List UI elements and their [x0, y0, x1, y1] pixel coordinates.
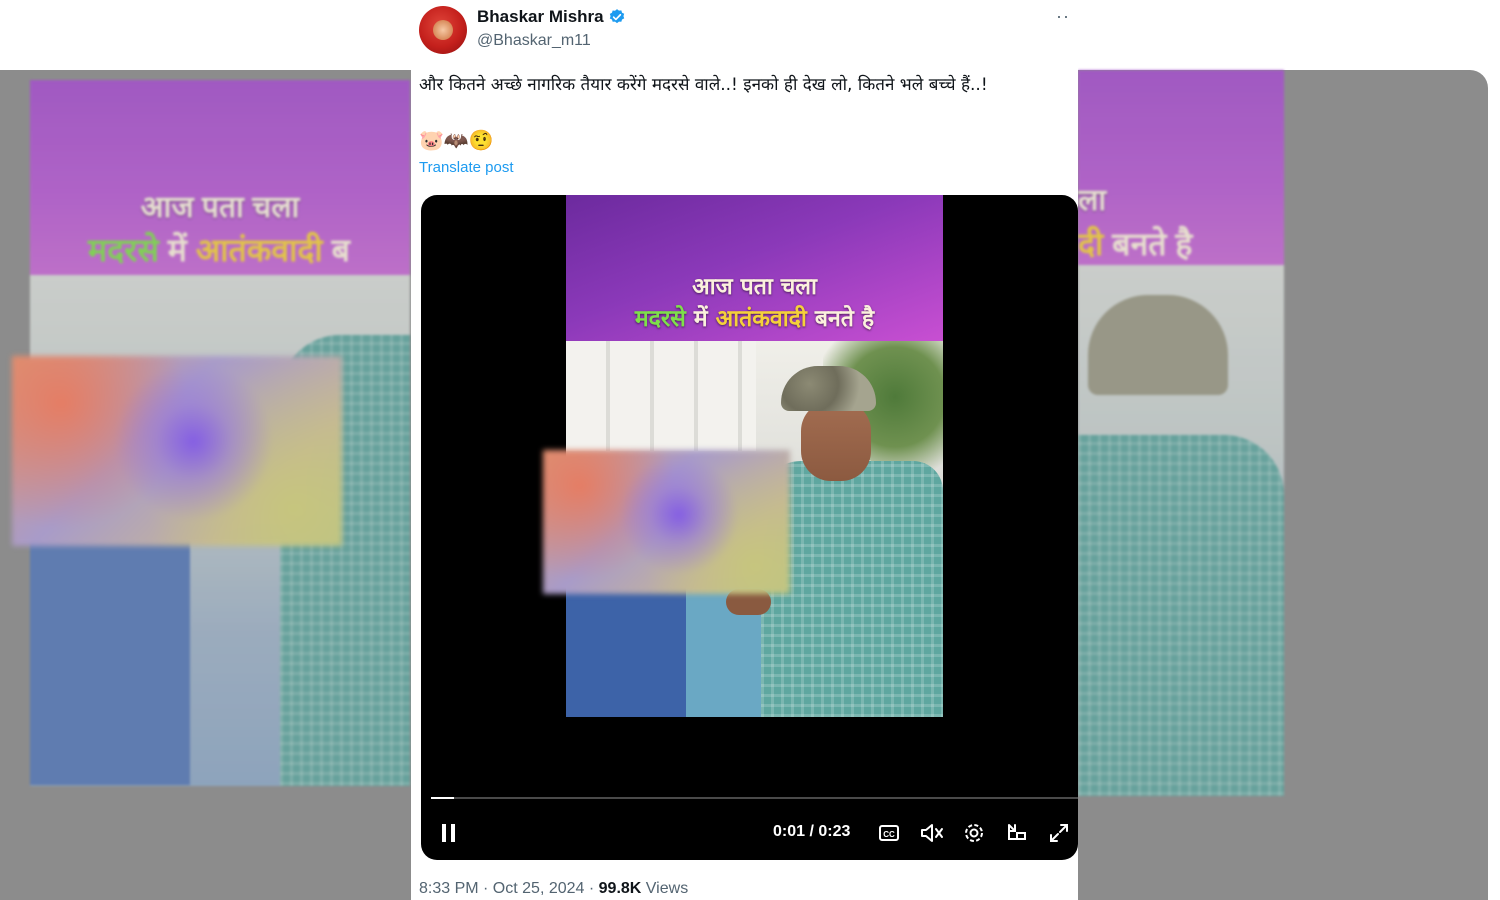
- settings-button[interactable]: [962, 821, 986, 845]
- pause-button[interactable]: [439, 821, 459, 845]
- tweet-text: और कितने अच्छे नागरिक तैयार करेंगे मदरसे…: [419, 75, 988, 95]
- more-options-icon[interactable]: ··: [1056, 6, 1070, 27]
- avatar[interactable]: [419, 6, 467, 54]
- pause-icon: [442, 824, 455, 842]
- progress-fill: [431, 797, 454, 799]
- video-title-line2: मदरसे में आतंकवादी बनते है: [634, 306, 875, 332]
- pip-button[interactable]: [1005, 821, 1029, 845]
- background-censor-blur-left: [12, 356, 342, 546]
- settings-icon: [965, 824, 983, 842]
- censor-blur: [543, 450, 790, 594]
- verified-badge-icon: [609, 9, 624, 24]
- video-player[interactable]: आज पता चला मदरसे में आतंकवादी बनते है 0:…: [421, 195, 1078, 860]
- fullscreen-icon: [1050, 824, 1068, 842]
- translate-post-link[interactable]: Translate post: [419, 159, 514, 176]
- background-title-line1: आज पता चला: [140, 191, 300, 224]
- timestamp[interactable]: 8:33 PM · Oct 25, 2024: [419, 880, 584, 897]
- author-handle[interactable]: @Bhaskar_m11: [477, 32, 591, 50]
- progress-bar[interactable]: [431, 797, 1078, 799]
- svg-text:CC: CC: [883, 830, 895, 839]
- pip-icon: [1008, 824, 1026, 840]
- background-video-frame-right: ला दी बनते है: [1078, 70, 1284, 796]
- time-display: 0:01 / 0:23: [773, 823, 851, 840]
- background-title-line1-right: ला: [1078, 184, 1107, 217]
- mute-button[interactable]: [919, 821, 945, 845]
- author-name[interactable]: Bhaskar Mishra: [477, 7, 626, 27]
- views-count: 99.8K: [598, 880, 642, 897]
- tweet-meta: 8:33 PM · Oct 25, 2024 · 99.8K Views: [419, 880, 689, 897]
- views-label: Views: [645, 880, 689, 897]
- background-title-line2: मदरसे में आतंकवादी ब: [88, 232, 350, 268]
- video-title-line1: आज पता चला: [692, 274, 817, 300]
- background-title-line2-right: दी बनते है: [1078, 226, 1193, 262]
- mute-icon: [921, 824, 943, 842]
- captions-icon: CC: [879, 825, 899, 841]
- captions-button[interactable]: CC: [877, 821, 901, 845]
- fullscreen-button[interactable]: [1047, 821, 1071, 845]
- tweet-emojis: 🐷🦇🤨: [419, 130, 494, 152]
- tweet-card: Bhaskar Mishra @Bhaskar_m11 ·· और कितने …: [411, 0, 1078, 900]
